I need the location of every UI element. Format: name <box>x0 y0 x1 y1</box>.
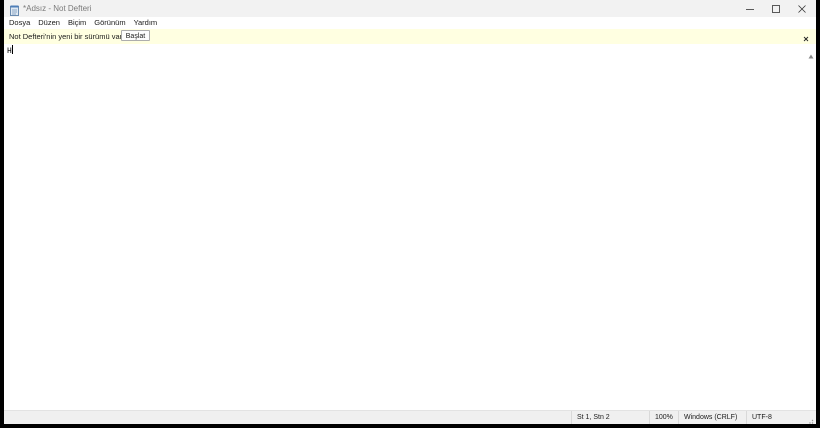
menu-gorunum[interactable]: Görünüm <box>90 17 129 29</box>
menu-bar: Dosya Düzen Biçim Görünüm Yardım <box>4 17 816 29</box>
scroll-corner <box>806 401 816 410</box>
minimize-icon <box>746 5 754 13</box>
close-button[interactable] <box>789 0 815 17</box>
menu-bicim[interactable]: Biçim <box>64 17 90 29</box>
notepad-app-icon <box>10 3 20 16</box>
dismiss-infobar-icon[interactable] <box>801 31 811 42</box>
title-bar[interactable]: *Adsız - Not Defteri <box>4 0 816 17</box>
status-bar: St 1, Stn 2 100% Windows (CRLF) UTF-8 <box>4 410 816 424</box>
maximize-button[interactable] <box>763 0 789 17</box>
window-title: *Adsız - Not Defteri <box>23 4 92 13</box>
maximize-icon <box>772 4 780 13</box>
line-endings: Windows (CRLF) <box>678 411 746 424</box>
notepad-window: *Adsız - Not Defteri Dosya Düzen Biçim G… <box>4 0 816 424</box>
text-caret <box>11 45 13 54</box>
update-message: Not Defteri'nin yeni bir sürümü var. <box>9 32 124 41</box>
horizontal-scrollbar[interactable] <box>4 401 806 416</box>
menu-yardim[interactable]: Yardım <box>130 17 162 29</box>
menu-duzen[interactable]: Düzen <box>34 17 64 29</box>
close-icon <box>798 4 806 13</box>
vertical-scrollbar[interactable] <box>806 44 816 406</box>
menu-dosya[interactable]: Dosya <box>4 17 34 29</box>
zoom-level: 100% <box>649 411 677 424</box>
cursor-position: St 1, Stn 2 <box>571 411 648 424</box>
update-info-bar: Not Defteri'nin yeni bir sürümü var. Baş… <box>4 29 816 45</box>
minimize-button[interactable] <box>737 0 763 17</box>
editor-content: H <box>7 45 13 57</box>
text-encoding: UTF-8 <box>746 411 802 424</box>
text-editor[interactable]: H <box>4 44 806 401</box>
resize-grip-icon[interactable] <box>806 414 814 424</box>
start-update-button[interactable]: Başlat <box>121 30 150 41</box>
scroll-up-icon[interactable] <box>808 46 814 64</box>
